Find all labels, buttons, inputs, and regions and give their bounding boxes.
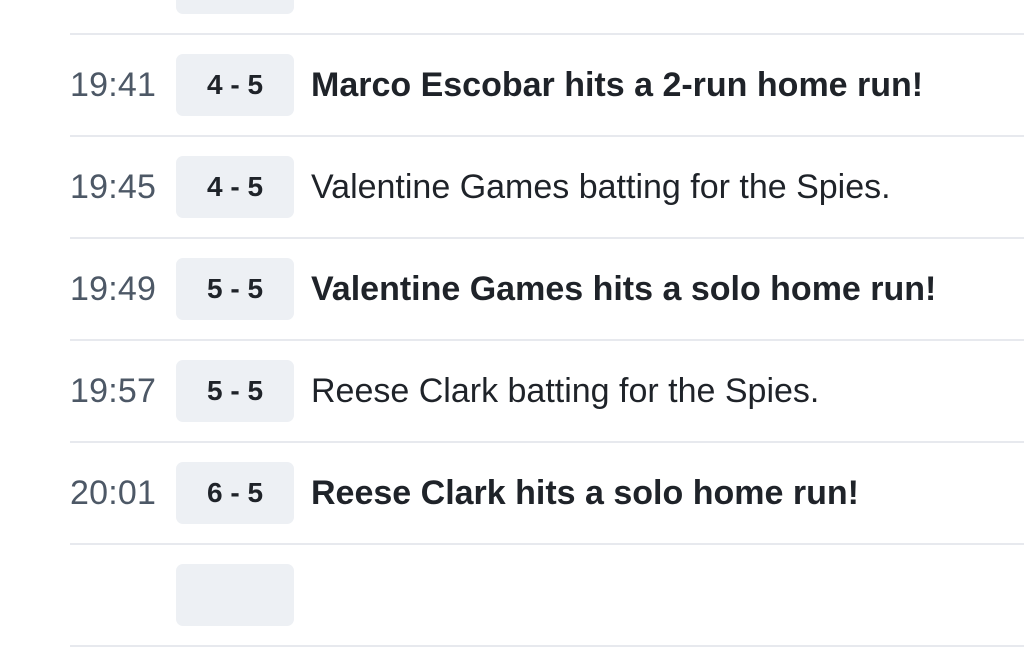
play-description: Reese Clark hits a solo home run! <box>311 474 859 512</box>
score-badge: 4 - 5 <box>176 156 294 218</box>
score-badge: 5 - 5 <box>176 360 294 422</box>
play-row: 20:01 6 - 5 Reese Clark hits a solo home… <box>70 443 1024 545</box>
play-description: Reese Clark batting for the Spies. <box>311 372 820 410</box>
play-description: Valentine Games batting for the Spies. <box>311 168 891 206</box>
play-time: 19:57 <box>70 372 157 410</box>
play-time: 20:01 <box>70 474 157 512</box>
play-row <box>70 545 1024 647</box>
play-time: 19:41 <box>70 66 157 104</box>
score-badge: 4 - 5 <box>176 54 294 116</box>
score-badge <box>176 564 294 626</box>
play-time: 19:49 <box>70 270 157 308</box>
play-by-play-feed: 19:41 4 - 5 Marco Escobar hits a 2-run h… <box>70 0 1024 647</box>
play-row: 19:41 4 - 5 Marco Escobar hits a 2-run h… <box>70 35 1024 137</box>
play-row: 19:49 5 - 5 Valentine Games hits a solo … <box>70 239 1024 341</box>
play-row: 19:45 4 - 5 Valentine Games batting for … <box>70 137 1024 239</box>
play-row: 19:57 5 - 5 Reese Clark batting for the … <box>70 341 1024 443</box>
play-description: Marco Escobar hits a 2-run home run! <box>311 66 924 104</box>
play-time: 19:45 <box>70 168 157 206</box>
score-badge <box>176 0 294 14</box>
score-badge: 5 - 5 <box>176 258 294 320</box>
play-row <box>70 0 1024 35</box>
score-badge: 6 - 5 <box>176 462 294 524</box>
play-description: Valentine Games hits a solo home run! <box>311 270 937 308</box>
